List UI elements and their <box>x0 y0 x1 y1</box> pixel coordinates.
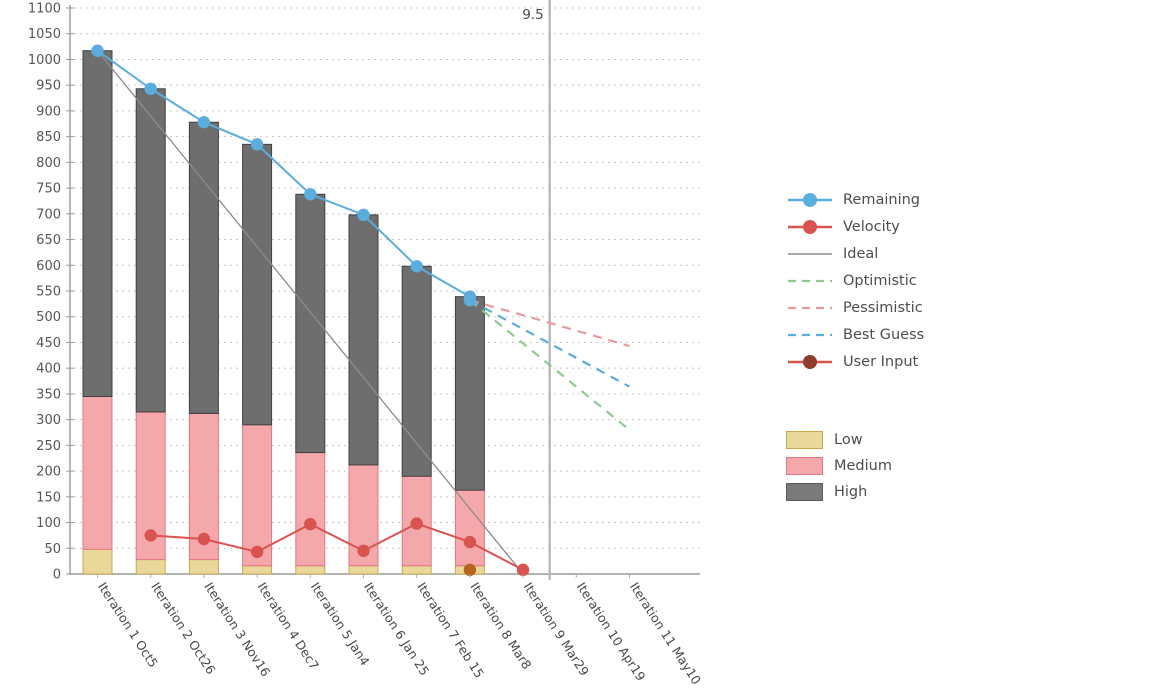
x-axis-tick-label: Iteration 5 Jan4 <box>308 579 373 668</box>
series-legend: Remaining Velocity Ideal Optimistic Pessimis… <box>786 186 924 375</box>
y-axis-tick-label: 800 <box>36 156 61 171</box>
legend-label: Remaining <box>843 191 920 208</box>
vertical-marker-label: 9.5 <box>522 7 543 23</box>
bar-segment-low[interactable] <box>348 565 379 575</box>
y-axis-tick-label: 750 <box>36 182 61 197</box>
y-axis-tick-label: 900 <box>36 104 61 119</box>
legend-label: Optimistic <box>843 272 917 289</box>
bar-segment-high[interactable] <box>295 193 326 454</box>
legend-item-medium[interactable]: Medium <box>786 453 892 479</box>
bar-segment-medium[interactable] <box>454 489 485 567</box>
data-point-velocity[interactable] <box>410 517 423 530</box>
legend-item-low[interactable]: Low <box>786 427 892 453</box>
y-axis-tick-label: 600 <box>36 259 61 274</box>
stacked-bars <box>82 50 485 575</box>
legend-item-pessimistic[interactable]: Pessimistic <box>786 294 924 321</box>
swatch-icon <box>786 457 823 475</box>
y-axis-tick-label: 950 <box>36 79 61 94</box>
legend-label: User Input <box>843 353 919 370</box>
data-point-remaining[interactable] <box>144 82 157 95</box>
legend-label: Low <box>834 432 863 448</box>
y-axis-tick-label: 400 <box>36 362 61 377</box>
line-icon <box>786 244 834 264</box>
bar-segment-low[interactable] <box>135 559 166 575</box>
data-point-remaining[interactable] <box>410 260 423 273</box>
dashed-line-icon <box>786 325 834 345</box>
y-axis-tick-label: 850 <box>36 130 61 145</box>
bar-segment-high[interactable] <box>454 296 485 491</box>
bar-segment-high[interactable] <box>135 88 166 413</box>
legend-item-best-guess[interactable]: Best Guess <box>786 321 924 348</box>
x-axis-labels: Iteration 1 Oct5Iteration 2 Oct26Iterati… <box>95 574 704 687</box>
y-axis-tick-label: 700 <box>36 207 61 222</box>
y-axis-tick-label: 0 <box>53 568 61 583</box>
y-axis-tick-label: 1000 <box>28 53 61 68</box>
legend-item-remaining[interactable]: Remaining <box>786 186 924 213</box>
bar-segment-low[interactable] <box>401 565 432 575</box>
data-point-remaining[interactable] <box>250 138 264 151</box>
burndown-chart-plot: 1100105010009509008508007507006506005505… <box>28 0 704 687</box>
swatch-icon <box>786 431 823 449</box>
legend-label: Pessimistic <box>843 299 923 316</box>
bar-segment-low[interactable] <box>295 565 326 575</box>
dashed-line-icon <box>786 271 834 291</box>
data-point-velocity[interactable] <box>304 517 317 531</box>
data-point-remaining[interactable] <box>91 44 104 57</box>
y-axis-tick-label: 250 <box>36 439 61 454</box>
legend-item-optimistic[interactable]: Optimistic <box>786 267 924 294</box>
data-point-velocity[interactable] <box>463 535 477 549</box>
burndown-chart-page: 1100 1050 1000 950 900 850 800 750 700 650 600 550 5… <box>0 0 1152 697</box>
data-point-remaining-last[interactable] <box>463 294 477 307</box>
legend-item-high[interactable]: High <box>786 479 892 505</box>
bar-segment-medium[interactable] <box>82 395 113 550</box>
bar-segment-low[interactable] <box>82 548 113 575</box>
line-marker-icon <box>786 190 834 210</box>
y-axis-tick-label: 450 <box>36 336 61 351</box>
bar-segment-low[interactable] <box>242 565 273 575</box>
bar-segment-high[interactable] <box>401 265 432 477</box>
data-point-velocity[interactable] <box>357 544 370 558</box>
y-axis-tick-label: 650 <box>36 233 61 248</box>
data-point-velocity[interactable] <box>144 529 157 542</box>
legend-label: Velocity <box>843 218 900 235</box>
legend-item-ideal[interactable]: Ideal <box>786 240 924 267</box>
x-axis-tick-label: Iteration 1 Oct5 <box>95 579 161 670</box>
stack-legend: Low Medium High <box>786 427 892 505</box>
line-marker-icon <box>786 217 834 237</box>
legend-item-user-input[interactable]: User Input <box>786 348 924 375</box>
legend-label: High <box>834 484 868 500</box>
data-point-remaining[interactable] <box>197 116 211 129</box>
y-axis-tick-label: 150 <box>36 490 61 505</box>
bar-segment-high[interactable] <box>82 50 113 397</box>
swatch-icon <box>786 483 823 501</box>
data-point-velocity[interactable] <box>197 532 211 546</box>
y-axis-tick-label: 50 <box>44 542 61 557</box>
data-point-remaining[interactable] <box>357 208 370 222</box>
bar-segment-high[interactable] <box>188 121 219 414</box>
y-axis-tick-label: 1050 <box>28 27 61 42</box>
legend-label: Best Guess <box>843 326 925 343</box>
bar-segment-medium[interactable] <box>295 452 326 567</box>
y-axis-tick-label: 1100 <box>28 2 61 17</box>
y-axis-tick-label: 500 <box>36 310 61 325</box>
data-point-velocity[interactable] <box>250 545 264 559</box>
dashed-line-icon <box>786 298 834 318</box>
bar-segment-low[interactable] <box>188 559 219 575</box>
bar-segment-medium[interactable] <box>242 424 273 567</box>
bar-segment-high[interactable] <box>348 214 379 466</box>
bar-segment-high[interactable] <box>242 143 273 426</box>
y-axis-tick-label: 350 <box>36 387 61 402</box>
legend-label: Medium <box>834 458 892 474</box>
line-marker-icon <box>786 352 834 372</box>
legend-label: Ideal <box>843 245 879 262</box>
y-axis-tick-label: 200 <box>36 465 61 480</box>
y-axis-tick-label: 100 <box>36 516 61 531</box>
y-axis-tick-label: 550 <box>36 285 61 300</box>
legend-item-velocity[interactable]: Velocity <box>786 213 924 240</box>
data-point-remaining[interactable] <box>304 188 317 201</box>
y-axis-tick-label: 300 <box>36 413 61 428</box>
